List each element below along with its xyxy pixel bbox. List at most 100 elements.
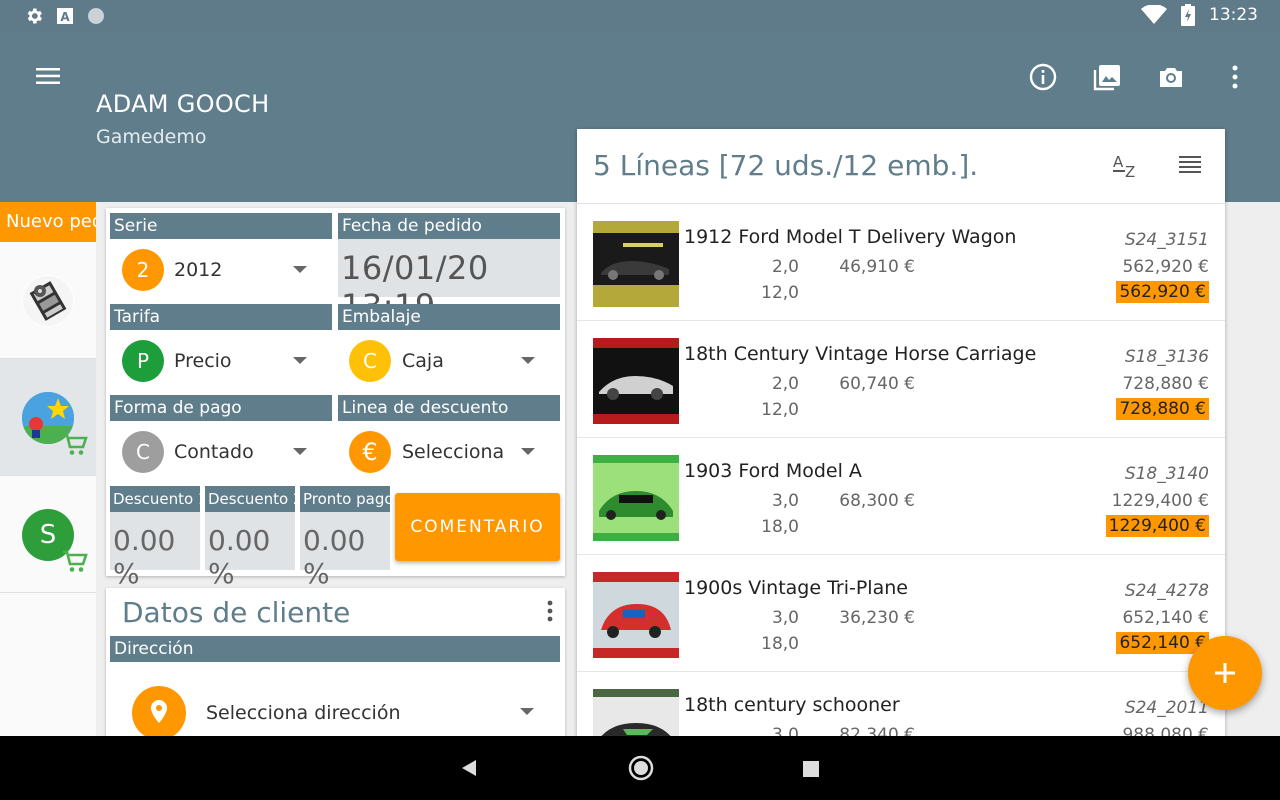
product-code: S24_4278 (1124, 581, 1209, 601)
product-name: 1912 Ford Model T Delivery Wagon (684, 226, 1017, 248)
client-data-card: Datos de cliente Dirección Selecciona di… (106, 588, 565, 748)
descuento1-value: 0.00 % (113, 524, 176, 590)
chevron-down-icon (520, 708, 534, 715)
qty-packs: 2,0 (771, 257, 799, 277)
descuento1-field[interactable]: 0.00 % (110, 512, 200, 590)
product-name: 18th century schooner (684, 694, 900, 716)
film-avatar (22, 275, 74, 327)
client-more-button[interactable] (545, 598, 555, 629)
home-icon[interactable] (627, 754, 655, 782)
product-thumbnail (593, 338, 679, 424)
list-icon (1179, 156, 1201, 173)
settings-icon (27, 8, 42, 24)
list-item[interactable] (0, 359, 96, 476)
qty-packs: 3,0 (771, 608, 799, 628)
table-row[interactable]: 1912 Ford Model T Delivery Wagon S24_315… (577, 204, 1225, 321)
new-order-tab[interactable]: Nuevo pedido (0, 202, 96, 242)
hamburger-icon (36, 68, 60, 84)
list-view-button[interactable] (1177, 151, 1203, 186)
serie-value: 2012 (174, 259, 223, 281)
info-icon (1029, 63, 1057, 91)
direccion-select[interactable]: Selecciona dirección (110, 662, 560, 742)
cart-icon (63, 433, 88, 455)
camera-button[interactable] (1152, 58, 1190, 96)
serie-badge: 2 (122, 249, 164, 291)
direccion-label: Dirección (110, 636, 560, 662)
chevron-down-icon (293, 266, 307, 273)
fecha-field[interactable]: 16/01/20 13:19 (338, 239, 560, 325)
lines-header: 5 Líneas [72 uds./12 emb.]. AZ (577, 129, 1225, 204)
clock: 13:23 (1209, 5, 1258, 25)
cart-icon (63, 550, 88, 572)
menu-button[interactable] (34, 62, 62, 90)
tarifa-badge: P (122, 340, 164, 382)
chevron-down-icon (293, 357, 307, 364)
product-thumbnail (593, 572, 679, 658)
qty-units: 18,0 (761, 634, 799, 654)
customer-name: ADAM GOOCH (96, 90, 270, 118)
info-button[interactable] (1024, 58, 1062, 96)
product-code: S18_3140 (1124, 464, 1209, 484)
svg-text:Z: Z (1125, 163, 1135, 181)
wifi-icon (1141, 5, 1167, 24)
line-total: 728,880 € (1122, 374, 1209, 394)
embalaje-label: Embalaje (338, 304, 560, 330)
embalaje-select[interactable]: C Caja (338, 330, 560, 390)
plus-icon (1215, 663, 1235, 683)
back-icon[interactable] (460, 758, 478, 778)
direccion-value: Selecciona dirección (206, 702, 401, 724)
unit-price: 36,230 € (839, 608, 915, 628)
list-item[interactable] (0, 242, 96, 359)
sort-az-icon: AZ (1113, 153, 1135, 181)
svg-text:A: A (60, 10, 70, 24)
tarifa-select[interactable]: P Precio (110, 330, 332, 390)
chevron-down-icon (293, 448, 307, 455)
more-vert-icon (1232, 65, 1238, 89)
embalaje-value: Caja (402, 350, 444, 372)
client-card-title: Datos de cliente (122, 596, 351, 629)
location-icon-wrap (132, 686, 186, 740)
forma-pago-select[interactable]: C Contado (110, 421, 332, 481)
product-code: S18_3136 (1124, 347, 1209, 367)
gallery-button[interactable] (1088, 58, 1126, 96)
line-total-highlight: 562,920 € (1116, 281, 1209, 303)
line-total: 1229,400 € (1111, 491, 1209, 511)
lines-summary: 5 Líneas [72 uds./12 emb.]. (593, 149, 979, 182)
battery-charging-icon (1181, 4, 1195, 26)
order-lines-card: 5 Líneas [72 uds./12 emb.]. AZ 1912 Ford… (577, 129, 1225, 749)
embalaje-badge: C (349, 340, 391, 382)
forma-pago-value: Contado (174, 441, 254, 463)
recents-icon[interactable] (802, 760, 820, 778)
pronto-pago-field[interactable]: 0.00 % (300, 512, 390, 590)
list-item[interactable]: S (0, 476, 96, 593)
descuento2-field[interactable]: 0.00 % (205, 512, 295, 590)
product-name: 1903 Ford Model A (684, 460, 862, 482)
pronto-pago-label: Pronto pago (300, 486, 390, 512)
descuento1-label: Descuento 1 (110, 486, 200, 512)
table-row[interactable]: 18th Century Vintage Horse Carriage S18_… (577, 321, 1225, 438)
forma-pago-label: Forma de pago (110, 395, 332, 421)
pronto-pago-value: 0.00 % (303, 524, 366, 590)
product-name: 18th Century Vintage Horse Carriage (684, 343, 1037, 365)
tarifa-value: Precio (174, 350, 232, 372)
forma-pago-badge: C (122, 431, 164, 473)
tarifa-label: Tarifa (110, 304, 332, 330)
product-thumbnail (593, 455, 679, 541)
add-line-button[interactable] (1188, 636, 1262, 710)
product-name: 1900s Vintage Tri-Plane (684, 577, 908, 599)
more-options-button[interactable] (1216, 58, 1254, 96)
line-total: 652,140 € (1122, 608, 1209, 628)
linea-descuento-select[interactable]: € Selecciona (338, 421, 560, 481)
comment-button[interactable]: COMENTARIO (395, 493, 560, 561)
sort-button[interactable]: AZ (1111, 151, 1141, 186)
table-row[interactable]: 1900s Vintage Tri-Plane S24_4278 3,0 36,… (577, 555, 1225, 672)
fecha-label: Fecha de pedido (338, 213, 560, 239)
system-navigation-bar (0, 736, 1280, 800)
unit-price: 68,300 € (839, 491, 915, 511)
euro-icon: € (349, 431, 391, 473)
line-total: 562,920 € (1122, 257, 1209, 277)
order-form-card: Serie 2 2012 Fecha de pedido 16/01/20 13… (106, 208, 565, 590)
table-row[interactable]: 1903 Ford Model A S18_3140 3,0 68,300 € … (577, 438, 1225, 555)
more-vert-icon (547, 600, 553, 622)
serie-select[interactable]: 2 2012 (110, 239, 332, 299)
